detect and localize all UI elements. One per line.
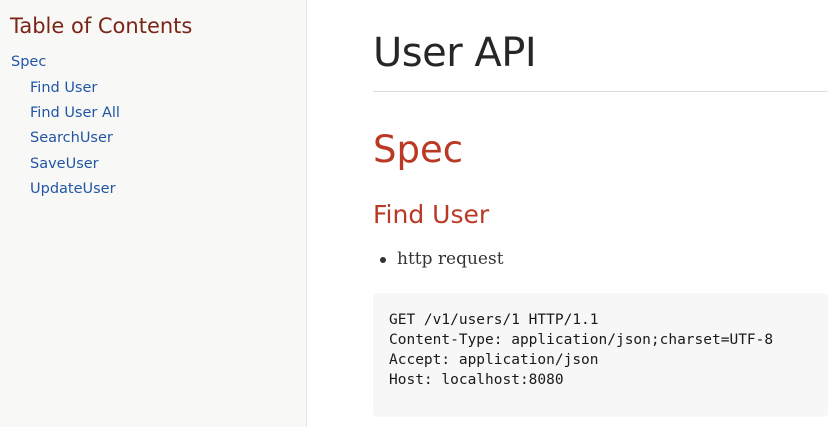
table-of-contents: Table of Contents Spec Find User Find Us…: [0, 0, 307, 427]
code-line: Content-Type: application/json;charset=U…: [389, 332, 774, 348]
main-content: User API Spec Find User http request GET…: [308, 0, 828, 427]
code-line: Host: localhost:8080: [389, 372, 564, 388]
title-divider: [373, 91, 828, 92]
toc-link-find-user[interactable]: Find User: [30, 80, 97, 96]
subsection-heading-find-user: Find User: [373, 200, 490, 229]
toc-title: Table of Contents: [10, 14, 193, 38]
toc-link-find-user-all[interactable]: Find User All: [30, 105, 120, 121]
toc-link-spec[interactable]: Spec: [11, 54, 46, 70]
list-item: http request: [380, 249, 504, 269]
code-line: Accept: application/json: [389, 352, 599, 368]
list-item-text: http request: [397, 249, 504, 269]
document-page: Table of Contents Spec Find User Find Us…: [0, 0, 828, 427]
bullet-icon: [380, 257, 386, 263]
code-block: GET /v1/users/1 HTTP/1.1 Content-Type: a…: [373, 293, 828, 417]
toc-link-update-user[interactable]: UpdateUser: [30, 181, 116, 197]
document-title: User API: [373, 30, 537, 76]
toc-link-search-user[interactable]: SearchUser: [30, 130, 113, 146]
bullet-list: http request: [380, 249, 504, 269]
section-heading-spec: Spec: [373, 128, 464, 171]
code-line: GET /v1/users/1 HTTP/1.1: [389, 312, 599, 328]
toc-link-save-user[interactable]: SaveUser: [30, 156, 99, 172]
